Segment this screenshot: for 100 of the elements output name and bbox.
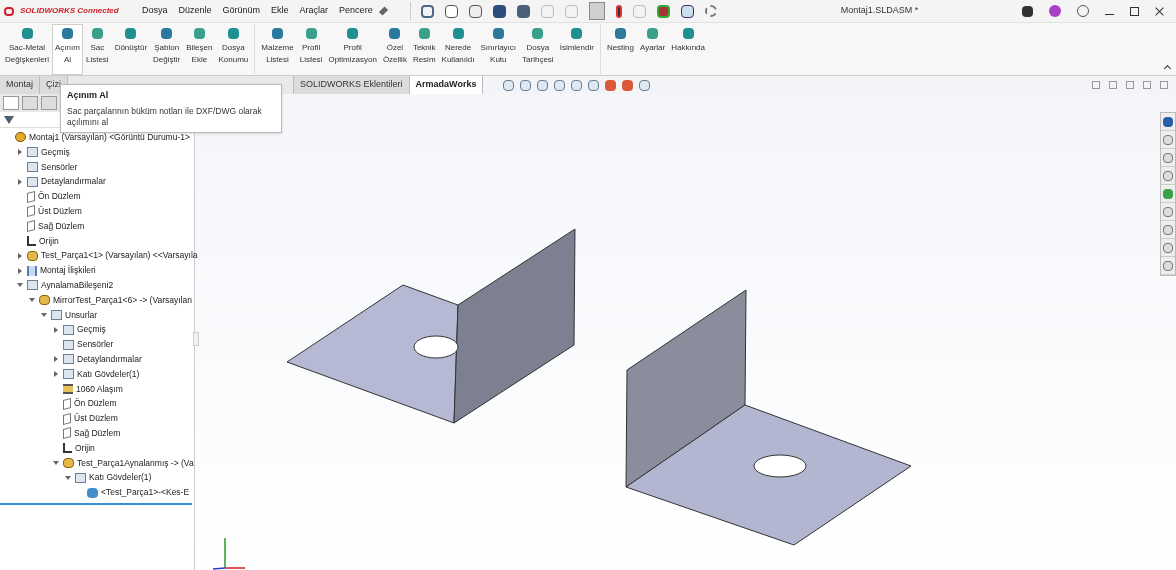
- ribbon-button[interactable]: Sac Listesi: [82, 24, 112, 75]
- ribbon-button[interactable]: Bileşen Ekle: [183, 24, 216, 75]
- tool-icon: [682, 28, 694, 39]
- tree-item[interactable]: 1060 Alaşım: [76, 382, 123, 396]
- expanded-arrow-icon[interactable]: [16, 283, 23, 288]
- menu-item[interactable]: Araçlar: [299, 4, 329, 18]
- tree-item[interactable]: Detaylandırmalar: [41, 175, 106, 189]
- ribbon-button[interactable]: Profil Listesi: [296, 24, 326, 75]
- expanded-arrow-icon[interactable]: [40, 312, 47, 317]
- tool-icon: [647, 28, 659, 39]
- ribbon-button[interactable]: Sınırlayıcı Kutu: [477, 24, 520, 75]
- tooltip-title: Açınım Al: [67, 89, 110, 102]
- tree-item[interactable]: Unsurlar: [65, 308, 98, 322]
- tree-item[interactable]: Montaj1 (Varsayılan) <Görüntü Durumu-1>: [29, 131, 190, 144]
- ribbon-button[interactable]: Açınım Al: [52, 24, 83, 75]
- ribbon-button[interactable]: Dosya Tarihçesi: [519, 24, 557, 75]
- app-brand: SOLIDWORKS Connected: [20, 5, 120, 17]
- tree-item[interactable]: Sensörler: [41, 160, 78, 174]
- minimize-icon: [1126, 81, 1134, 89]
- menu-item[interactable]: Dosya: [142, 4, 168, 18]
- ribbon-button[interactable]: Şablon Değiştir: [150, 24, 184, 75]
- tool-icon: [125, 28, 137, 39]
- tree-item[interactable]: Sensörler: [77, 338, 114, 351]
- tool-icon: [91, 28, 103, 39]
- ribbon-button[interactable]: Sac-Metal Değişkenleri: [2, 24, 53, 75]
- menu-item[interactable]: Pencere: [339, 4, 373, 18]
- ribbon-button[interactable]: Dönüştür: [111, 24, 151, 75]
- tree-item[interactable]: Orijin: [75, 441, 95, 455]
- menu-item[interactable]: Görünüm: [222, 4, 261, 18]
- tree-item[interactable]: Üst Düzlem: [38, 205, 82, 218]
- ribbon-button[interactable]: Dosya Konumu: [215, 24, 252, 75]
- restore-icon: [1130, 6, 1139, 16]
- ribbon-button[interactable]: Hakkında: [668, 24, 708, 75]
- tree-item[interactable]: MirrorTest_Parça1<6> -> (Varsayılan: [53, 293, 192, 307]
- filter-icon[interactable]: [4, 115, 14, 124]
- tree-item[interactable]: Geçmiş: [41, 145, 70, 159]
- tool-icon: [418, 28, 430, 39]
- collapsed-arrow-icon[interactable]: [17, 267, 22, 274]
- minimize-icon: [1105, 13, 1114, 15]
- tool-icon: [492, 28, 504, 39]
- tree-item[interactable]: Üst Düzlem: [74, 412, 118, 425]
- tool-icon: [452, 28, 464, 39]
- tree-item[interactable]: Katı Gövdeler(1): [77, 367, 140, 381]
- plane-icon: [63, 397, 71, 410]
- tree-item[interactable]: Sağ Düzlem: [38, 219, 85, 233]
- tool-icon: [272, 28, 283, 39]
- tool-icon: [305, 28, 317, 39]
- tree-item[interactable]: Katı Gövdeler(1): [89, 471, 152, 485]
- tab[interactable]: Montaj: [0, 76, 40, 94]
- tree-item[interactable]: Ön Düzlem: [74, 397, 117, 411]
- collapsed-arrow-icon[interactable]: [53, 371, 58, 378]
- origin-icon: [27, 235, 36, 246]
- collapsed-arrow-icon[interactable]: [17, 178, 22, 185]
- plane-icon: [27, 205, 35, 218]
- ribbon-button[interactable]: İsimlendir: [556, 24, 597, 75]
- tree-item[interactable]: <Test_Parça1>-<Kes-E: [101, 486, 190, 499]
- tool-icon: [532, 28, 544, 39]
- avatar-icon: [1049, 5, 1061, 17]
- tool-icon: [614, 28, 626, 39]
- tool-icon: [161, 28, 173, 39]
- menu-item[interactable]: Düzenle: [178, 4, 212, 18]
- expanded-arrow-icon[interactable]: [28, 298, 35, 303]
- menu-item[interactable]: Ekle: [271, 4, 289, 18]
- ribbon-button[interactable]: Özel Özellik: [379, 24, 410, 75]
- tool-icon: [347, 28, 359, 39]
- tree-item[interactable]: Detaylandırmalar: [77, 352, 142, 366]
- tree-item[interactable]: Sağ Düzlem: [74, 426, 121, 440]
- collapsed-arrow-icon[interactable]: [17, 252, 22, 259]
- restore-icon: [1143, 81, 1151, 89]
- plane-icon: [27, 220, 35, 233]
- tree-item[interactable]: Montaj İlişkileri: [40, 264, 96, 277]
- tool-icon: [193, 28, 205, 39]
- ribbon-button[interactable]: Nerede Kullanıldı: [438, 24, 478, 75]
- axis-triad-icon: [212, 537, 246, 570]
- collapsed-arrow-icon[interactable]: [17, 149, 22, 156]
- tree-item[interactable]: Ön Düzlem: [38, 190, 81, 203]
- tree-item[interactable]: Test_Parça1<1> (Varsayılan) <<Varsayıla: [41, 249, 198, 263]
- tooltip-text: Sac parçalarının büküm notları ile DXF/DWG olarak açılımını al: [67, 105, 263, 128]
- ribbon-button[interactable]: Nesting: [603, 24, 637, 75]
- tree-item[interactable]: AynalamaBileşeni2: [41, 279, 114, 292]
- expanded-arrow-icon[interactable]: [52, 460, 59, 465]
- tab[interactable]: ArmadaWorks: [409, 76, 484, 94]
- panel-collapse-handle[interactable]: [193, 332, 199, 346]
- tree-item[interactable]: Geçmiş: [77, 323, 106, 337]
- ribbon-button[interactable]: Teknik Resim: [409, 24, 439, 75]
- collapsed-arrow-icon[interactable]: [53, 326, 58, 333]
- plane-icon: [63, 427, 71, 440]
- tool-icon: [21, 28, 33, 39]
- tree-item[interactable]: Test_Parça1Aynalanmış -> (Va: [77, 456, 194, 470]
- tree-item[interactable]: Orijin: [39, 234, 59, 248]
- collapsed-arrow-icon[interactable]: [53, 356, 58, 363]
- plane-icon: [27, 190, 35, 203]
- window-title: Montaj1.SLDASM *: [840, 4, 919, 18]
- ribbon-button[interactable]: Malzeme Listesi: [258, 24, 297, 75]
- origin-icon: [63, 443, 72, 454]
- expanded-arrow-icon[interactable]: [64, 475, 71, 480]
- ribbon-button[interactable]: Ayarlar: [637, 24, 669, 75]
- tab[interactable]: SOLIDWORKS Eklentileri: [293, 76, 410, 94]
- ribbon-button[interactable]: Profil Optimizasyon: [325, 24, 380, 75]
- tool-icon: [389, 28, 401, 39]
